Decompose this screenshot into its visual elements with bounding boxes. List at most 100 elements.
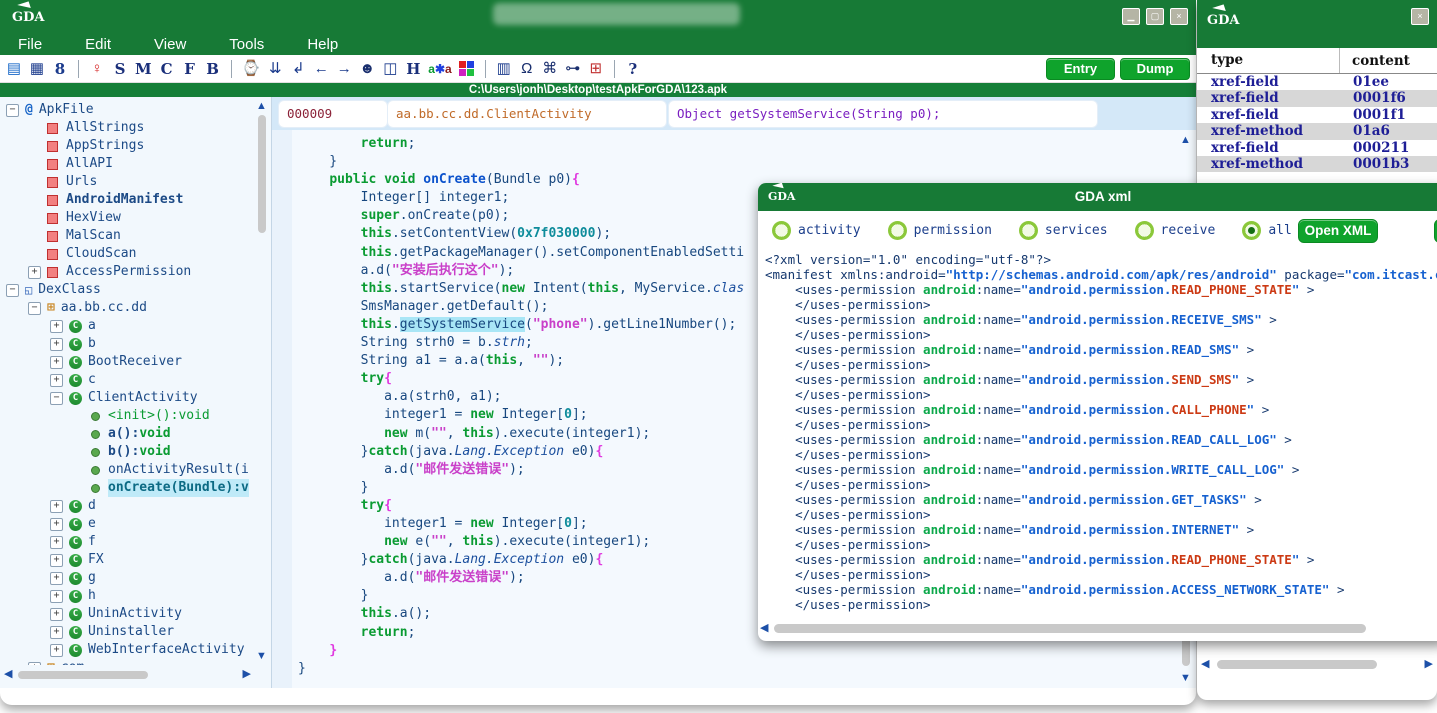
grid-icon[interactable]: ⊞	[588, 60, 604, 78]
scrollbar-thumb[interactable]	[774, 624, 1366, 633]
scroll-right-arrow[interactable]: ▶	[243, 669, 251, 680]
expand-toggle[interactable]: +	[50, 374, 63, 387]
dump-button[interactable]: Dump	[1120, 58, 1190, 80]
radio-permission[interactable]: permission	[888, 221, 992, 240]
tree-item[interactable]: MalScan	[0, 227, 253, 245]
tree-item[interactable]: −CClientActivity	[0, 389, 253, 407]
radio-button-icon[interactable]	[1135, 221, 1154, 240]
expand-toggle[interactable]: +	[50, 572, 63, 585]
tree-item[interactable]: b():void	[0, 443, 253, 461]
doc-search-icon[interactable]: ◫	[382, 60, 398, 78]
tree-item[interactable]: a():void	[0, 425, 253, 443]
radio-all[interactable]: all	[1242, 221, 1291, 240]
radio-button-icon[interactable]	[888, 221, 907, 240]
radio-activity[interactable]: activity	[772, 221, 861, 240]
radio-receive[interactable]: receive	[1135, 221, 1216, 240]
scroll-down-arrow[interactable]: ▼	[1180, 673, 1191, 684]
malware-icon[interactable]: ☻	[359, 60, 375, 78]
minimize-button[interactable]: ▁	[1122, 8, 1140, 25]
tree-item[interactable]: +Cb	[0, 335, 253, 353]
scroll-right-arrow[interactable]: ▶	[1425, 659, 1433, 670]
save-icon[interactable]: ▦	[29, 60, 45, 78]
tree-item[interactable]: +⊞com	[0, 659, 253, 665]
merge-icon[interactable]: ⇊	[267, 60, 283, 78]
close-button[interactable]: ×	[1411, 8, 1429, 25]
xref-row[interactable]: xref-method01a6	[1197, 123, 1437, 139]
expand-toggle[interactable]: +	[50, 626, 63, 639]
tree-item[interactable]: +CFX	[0, 551, 253, 569]
android-icon[interactable]: Ω	[519, 60, 535, 78]
scroll-left-arrow[interactable]: ◀	[4, 669, 12, 680]
scroll-down-arrow[interactable]: ▼	[256, 651, 267, 662]
help-icon[interactable]: ?	[625, 60, 641, 78]
expand-toggle[interactable]: +	[50, 500, 63, 513]
open-book-icon[interactable]: ▤	[6, 60, 22, 78]
collapse-toggle[interactable]: −	[6, 284, 19, 297]
tree-item[interactable]: HexView	[0, 209, 253, 227]
scrollbar-thumb[interactable]	[1217, 660, 1377, 669]
xref-row[interactable]: xref-field01ee	[1197, 74, 1437, 90]
expand-toggle[interactable]: +	[50, 356, 63, 369]
expand-toggle[interactable]: +	[28, 662, 41, 666]
expand-toggle[interactable]: +	[50, 554, 63, 567]
link-icon[interactable]: 8	[52, 60, 68, 78]
scroll-left-arrow[interactable]: ◀	[1201, 659, 1209, 670]
collapse-toggle[interactable]: −	[28, 302, 41, 315]
string-icon[interactable]: a✱a	[428, 60, 451, 78]
tree-item[interactable]: Urls	[0, 173, 253, 191]
forward-icon[interactable]: →	[336, 60, 352, 78]
menu-edit[interactable]: Edit	[85, 36, 111, 53]
xref-row[interactable]: xref-method0001b3	[1197, 156, 1437, 172]
expand-toggle[interactable]: +	[50, 536, 63, 549]
method-address-field[interactable]: 000009	[278, 100, 388, 128]
tree-item[interactable]: +CUninstaller	[0, 623, 253, 641]
tree-item[interactable]: onActivityResult(i	[0, 461, 253, 479]
tree-horizontal-scrollbar[interactable]: ◀ ▶	[2, 667, 251, 683]
tree-item[interactable]: +AccessPermission	[0, 263, 253, 281]
jump-icon[interactable]: ↲	[290, 60, 306, 78]
colors-icon[interactable]	[459, 61, 475, 76]
expand-toggle[interactable]: +	[50, 518, 63, 531]
xref-row[interactable]: xref-field0001f1	[1197, 107, 1437, 123]
expand-toggle[interactable]: +	[50, 338, 63, 351]
xref-horizontal-scrollbar[interactable]: ◀ ▶	[1199, 656, 1433, 674]
xml-horizontal-scrollbar[interactable]: ◀	[760, 621, 1437, 637]
tree-item[interactable]: +Ce	[0, 515, 253, 533]
hex-icon[interactable]: H	[405, 60, 421, 78]
tree-item[interactable]: <init>():void	[0, 407, 253, 425]
m-icon[interactable]: M	[135, 60, 152, 78]
tree-item[interactable]: AndroidManifest	[0, 191, 253, 209]
collapse-toggle[interactable]: −	[50, 392, 63, 405]
tree-item[interactable]: +Cd	[0, 497, 253, 515]
radio-button-icon[interactable]	[1242, 221, 1261, 240]
clock-icon[interactable]: ⌚	[242, 60, 261, 78]
entry-button[interactable]: Entry	[1046, 58, 1115, 80]
tree-item[interactable]: +Cg	[0, 569, 253, 587]
method-signature-field[interactable]: Object getSystemService(String p0);	[668, 100, 1098, 128]
tree-item[interactable]: AllAPI	[0, 155, 253, 173]
expand-toggle[interactable]: +	[50, 590, 63, 603]
back-icon[interactable]: ←	[313, 60, 329, 78]
column-header-type[interactable]: type	[1197, 48, 1340, 73]
scrollbar-thumb[interactable]	[18, 671, 148, 679]
xml-doc-icon[interactable]: ▥	[496, 60, 512, 78]
tree-item[interactable]: CloudScan	[0, 245, 253, 263]
tree-item[interactable]: +CBootReceiver	[0, 353, 253, 371]
tree-item[interactable]: +CWebInterfaceActivity	[0, 641, 253, 659]
tree-item[interactable]: +CUninActivity	[0, 605, 253, 623]
tree-item[interactable]: AppStrings	[0, 137, 253, 155]
column-header-content[interactable]: content	[1340, 53, 1410, 69]
menu-help[interactable]: Help	[307, 36, 338, 53]
tree-item[interactable]: +Cf	[0, 533, 253, 551]
tree-item[interactable]: −◱DexClass	[0, 281, 253, 299]
expand-toggle[interactable]: +	[50, 608, 63, 621]
scroll-up-arrow[interactable]: ▲	[256, 101, 267, 112]
menu-file[interactable]: File	[18, 36, 42, 53]
close-button[interactable]: ×	[1170, 8, 1188, 25]
xref-row[interactable]: xref-field000211	[1197, 140, 1437, 156]
tree-item[interactable]: +Ca	[0, 317, 253, 335]
scan-icon[interactable]: ♀	[89, 60, 105, 78]
scroll-left-arrow[interactable]: ◀	[760, 623, 768, 634]
c-icon[interactable]: C	[159, 60, 175, 78]
tree-item[interactable]: +Ch	[0, 587, 253, 605]
